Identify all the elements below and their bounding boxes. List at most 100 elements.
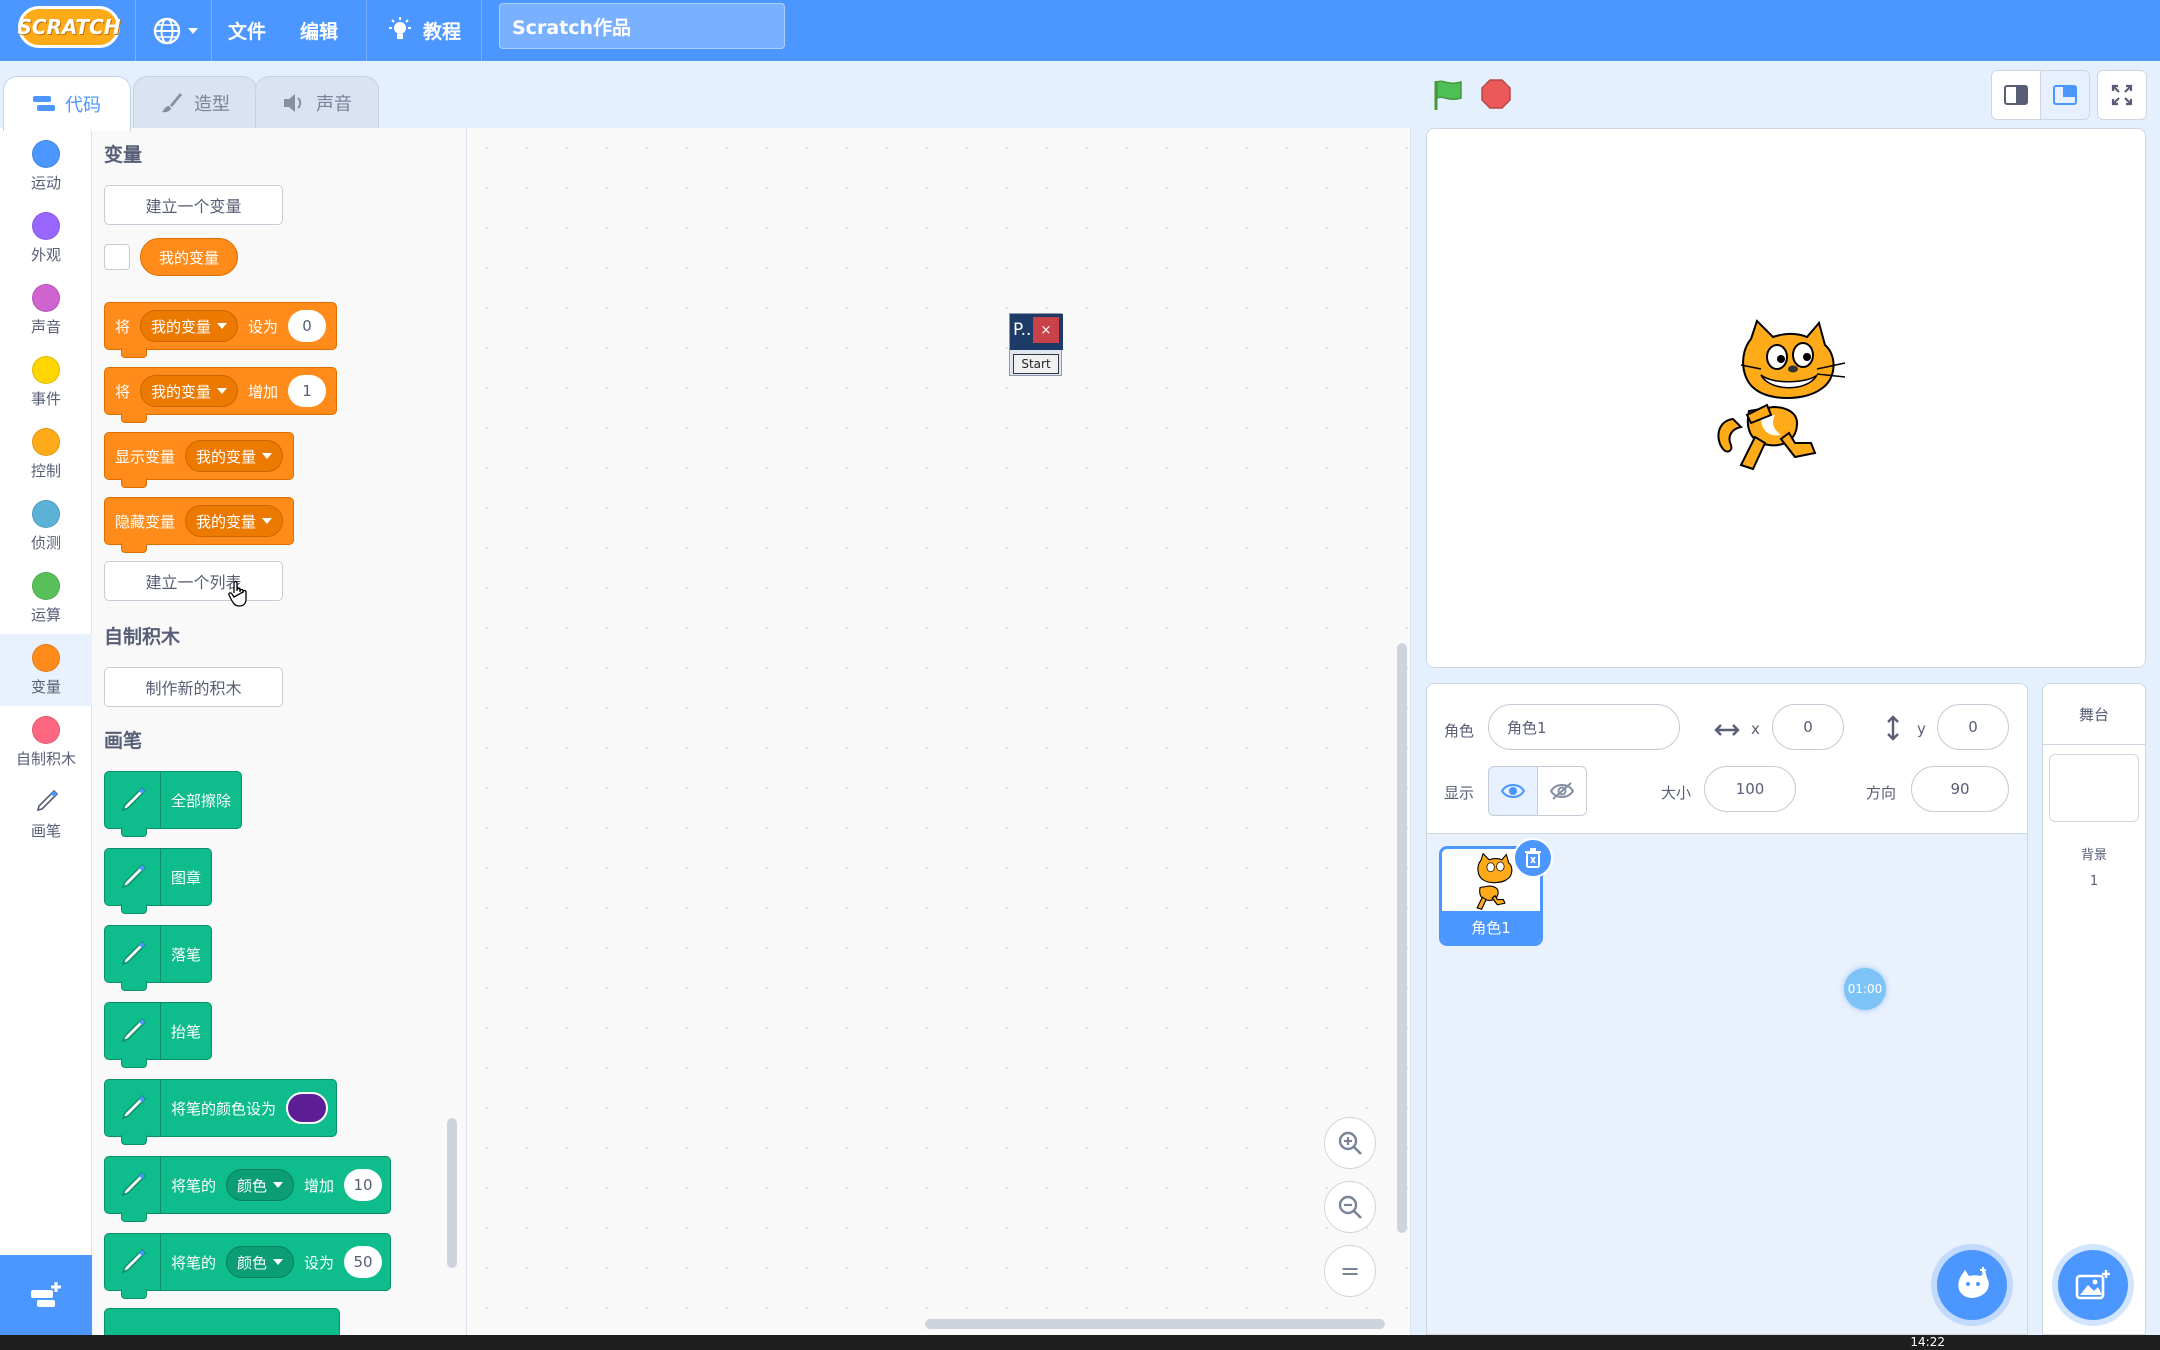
language-menu[interactable]	[152, 0, 198, 61]
show-sprite-button[interactable]	[1488, 766, 1538, 816]
set-variable-block[interactable]: 将 我的变量 设为 0	[104, 302, 338, 358]
block-text: 将	[115, 382, 131, 401]
pen-change-param-block[interactable]: 将笔的 颜色 增加 10	[104, 1156, 392, 1222]
category-control[interactable]: 控制	[0, 418, 92, 490]
category-my-blocks[interactable]: 自制积木	[0, 706, 92, 778]
mini-window-close-button[interactable]: ×	[1033, 317, 1059, 343]
value-input[interactable]: 0	[288, 310, 327, 342]
dropdown-label: 颜色	[237, 1253, 268, 1272]
os-taskbar: 14:22	[0, 1335, 2160, 1350]
tab-sounds[interactable]: 声音	[255, 76, 379, 129]
variable-checkbox[interactable]	[104, 244, 130, 270]
edit-menu[interactable]: 编辑	[300, 0, 338, 61]
stage-canvas[interactable]	[1426, 128, 2146, 668]
tab-label: 声音	[316, 94, 352, 115]
category-variables[interactable]: 变量	[0, 634, 92, 706]
tab-label: 造型	[194, 94, 230, 115]
pen-color-picker[interactable]	[286, 1092, 329, 1124]
change-variable-block[interactable]: 将 我的变量 增加 1	[104, 367, 338, 423]
pen-param-dropdown[interactable]: 颜色	[226, 1246, 295, 1278]
category-events[interactable]: 事件	[0, 346, 92, 418]
script-area[interactable]: =	[467, 128, 1411, 1335]
category-label: 侦测	[30, 534, 61, 552]
backdrop-thumbnail[interactable]	[2049, 754, 2139, 822]
section-title-pen: 画笔	[104, 730, 143, 752]
tab-costumes[interactable]: 造型	[133, 76, 257, 129]
pen-down-block[interactable]: 落笔	[104, 925, 213, 991]
category-sensing[interactable]: 侦测	[0, 490, 92, 562]
zoom-in-button[interactable]	[1324, 1117, 1376, 1169]
my-variable-reporter[interactable]: 我的变量	[140, 238, 239, 276]
fullscreen-button[interactable]	[2097, 70, 2147, 120]
variable-dropdown[interactable]: 我的变量	[185, 505, 284, 537]
variable-dropdown[interactable]: 我的变量	[140, 375, 239, 407]
pen-up-block[interactable]: 抬笔	[104, 1002, 213, 1068]
floating-mini-window[interactable]: P.. × Start	[1009, 313, 1063, 376]
normal-stage-button[interactable]	[2040, 70, 2090, 120]
zoom-reset-button[interactable]: =	[1324, 1245, 1376, 1297]
stop-icon[interactable]	[1481, 79, 1511, 109]
sprite-name-input[interactable]: 角色1	[1488, 704, 1680, 750]
value-input[interactable]: 50	[344, 1246, 383, 1278]
x-label: x	[1751, 720, 1760, 738]
value-input[interactable]: 10	[344, 1169, 383, 1201]
show-variable-block[interactable]: 显示变量 我的变量	[104, 432, 295, 488]
hide-sprite-button[interactable]	[1537, 766, 1587, 816]
block-text: 隐藏变量	[115, 512, 176, 531]
project-title-input[interactable]: Scratch作品	[499, 3, 785, 49]
pen-clear-block[interactable]: 全部擦除	[104, 771, 243, 837]
category-dot	[32, 716, 60, 744]
category-operators[interactable]: 运算	[0, 562, 92, 634]
small-stage-button[interactable]	[1991, 70, 2041, 120]
add-extension-icon	[31, 1282, 61, 1307]
menu-divider	[481, 0, 482, 61]
category-pen[interactable]: 画笔	[0, 778, 92, 850]
taskbar-clock: 14:22	[1910, 1335, 1945, 1349]
scratch-logo[interactable]: SCRATCH	[17, 6, 121, 48]
pen-set-param-block[interactable]: 将笔的 颜色 设为 50	[104, 1233, 392, 1299]
script-scrollbar-vertical[interactable]	[1397, 643, 1407, 1233]
tab-code[interactable]: 代码	[3, 76, 131, 131]
size-input[interactable]: 100	[1704, 766, 1796, 812]
dropdown-label: 我的变量	[151, 317, 212, 336]
y-label: y	[1917, 720, 1926, 738]
zoom-out-button[interactable]	[1324, 1181, 1376, 1233]
make-variable-button[interactable]: 建立一个变量	[104, 185, 283, 225]
y-position-input[interactable]: 0	[1937, 704, 2009, 750]
mini-window-start-button[interactable]: Start	[1013, 354, 1059, 374]
tutorials-menu[interactable]: 教程	[387, 0, 461, 61]
category-looks[interactable]: 外观	[0, 202, 92, 274]
dropdown-label: 我的变量	[196, 512, 257, 531]
value-input[interactable]: 1	[288, 375, 327, 407]
category-sound[interactable]: 声音	[0, 274, 92, 346]
hide-variable-block[interactable]: 隐藏变量 我的变量	[104, 497, 295, 553]
equals-icon: =	[1339, 1257, 1361, 1285]
chevron-down-icon	[262, 453, 273, 459]
variable-dropdown[interactable]: 我的变量	[140, 310, 239, 342]
x-position-input[interactable]: 0	[1772, 704, 1844, 750]
section-title-my-blocks: 自制积木	[104, 626, 181, 648]
stage-selector[interactable]: 舞台 背景 1	[2042, 683, 2146, 1335]
pen-param-dropdown[interactable]: 颜色	[226, 1169, 295, 1201]
make-list-button[interactable]: 建立一个列表	[104, 561, 283, 601]
category-motion[interactable]: 运动	[0, 130, 92, 202]
script-scrollbar-horizontal[interactable]	[925, 1319, 1385, 1329]
direction-input[interactable]: 90	[1911, 766, 2009, 812]
choose-sprite-button[interactable]	[1937, 1250, 2007, 1320]
make-block-button[interactable]: 制作新的积木	[104, 667, 283, 707]
normal-stage-icon	[2053, 85, 2077, 105]
variable-dropdown[interactable]: 我的变量	[185, 440, 284, 472]
pen-block-partial[interactable]	[104, 1308, 340, 1335]
delete-sprite-button[interactable]	[1513, 838, 1553, 878]
file-menu[interactable]: 文件	[228, 0, 266, 61]
choose-backdrop-button[interactable]	[2058, 1250, 2128, 1320]
palette-scrollbar[interactable]	[447, 1118, 457, 1268]
backdrops-label: 背景	[2080, 848, 2107, 863]
pen-stamp-block[interactable]: 图章	[104, 848, 213, 914]
add-extension-button[interactable]	[0, 1255, 92, 1335]
category-dot	[32, 572, 60, 600]
pen-set-color-block[interactable]: 将笔的颜色设为	[104, 1079, 338, 1145]
green-flag-icon[interactable]	[1431, 78, 1465, 112]
dropdown-label: 我的变量	[196, 447, 257, 466]
cat-sprite[interactable]	[1711, 319, 1861, 479]
